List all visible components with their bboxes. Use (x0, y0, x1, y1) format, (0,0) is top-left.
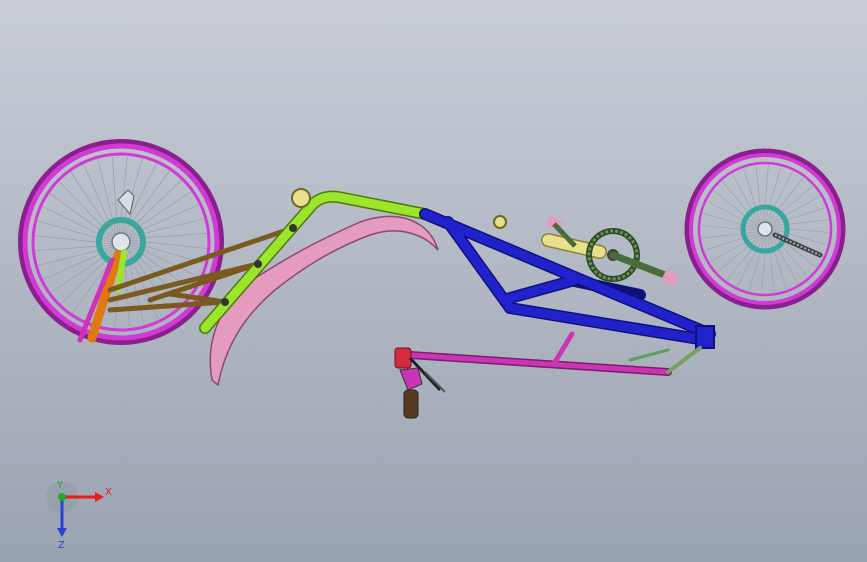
x-axis-label: X (105, 487, 112, 498)
z-axis-label: Z (58, 540, 65, 550)
front-boom (406, 331, 702, 376)
coordinate-triad: X Y Z (46, 480, 112, 550)
y-axis-label: Y (56, 480, 64, 491)
bicycle-assembly-model[interactable] (0, 0, 867, 562)
headset-bearing (291, 188, 311, 208)
x-axis-arrowhead (95, 492, 104, 502)
rear-derailleur (117, 189, 135, 216)
handlebar-grip (403, 389, 419, 419)
rear-hub (111, 232, 131, 252)
front-wheel[interactable] (684, 148, 846, 310)
cad-viewport[interactable]: X Y Z (0, 0, 867, 562)
z-axis-arrowhead (57, 528, 67, 537)
y-axis-dot (58, 493, 66, 501)
front-hub (757, 221, 773, 237)
rear-wheel[interactable] (18, 139, 224, 345)
